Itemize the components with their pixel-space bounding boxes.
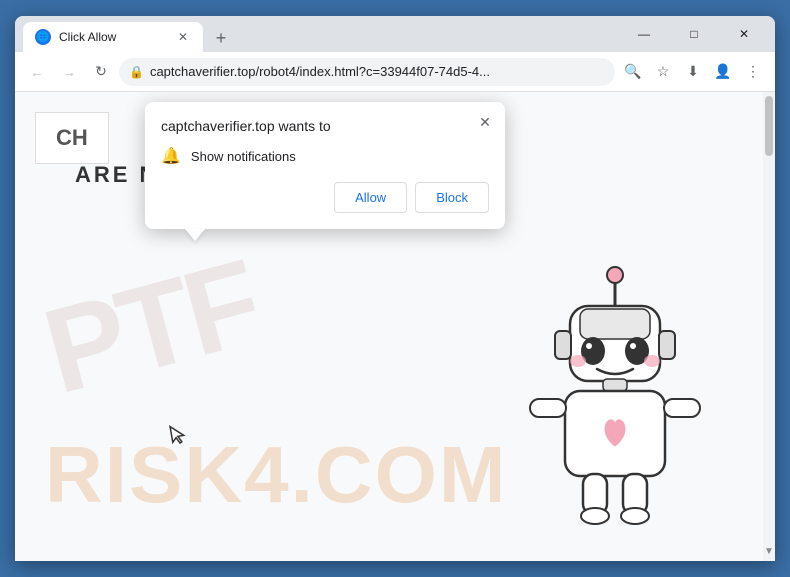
mouse-cursor xyxy=(168,421,193,452)
address-bar: ← → ↻ 🔒 captchaverifier.top/robot4/index… xyxy=(15,52,775,92)
url-text: captchaverifier.top/robot4/index.html?c=… xyxy=(150,64,605,79)
back-button[interactable]: ← xyxy=(23,58,51,86)
tab-title: Click Allow xyxy=(59,30,167,44)
browser-window: 🌐 Click Allow ✕ + — □ ✕ ← → ↻ 🔒 captchav… xyxy=(15,16,775,561)
bookmark-icon-button[interactable]: ☆ xyxy=(649,58,677,86)
profile-icon-button[interactable]: 👤 xyxy=(709,58,737,86)
close-button[interactable]: ✕ xyxy=(721,19,767,49)
minimize-button[interactable]: — xyxy=(621,19,667,49)
tab-favicon: 🌐 xyxy=(35,29,51,45)
notification-row: 🔔 Show notifications xyxy=(161,146,489,166)
allow-button[interactable]: Allow xyxy=(334,182,407,213)
address-input[interactable]: 🔒 captchaverifier.top/robot4/index.html?… xyxy=(119,58,615,86)
popup-buttons: Allow Block xyxy=(161,182,489,213)
watermark-ptf: PTF xyxy=(31,232,271,420)
download-icon-button[interactable]: ⬇ xyxy=(679,58,707,86)
tab-close-button[interactable]: ✕ xyxy=(175,29,191,45)
forward-button[interactable]: → xyxy=(55,58,83,86)
search-icon-button[interactable]: 🔍 xyxy=(619,58,647,86)
bell-icon: 🔔 xyxy=(161,146,181,166)
block-button[interactable]: Block xyxy=(415,182,489,213)
popup-title: captchaverifier.top wants to xyxy=(161,118,489,134)
notification-text: Show notifications xyxy=(191,149,296,164)
lock-icon: 🔒 xyxy=(129,65,144,79)
maximize-button[interactable]: □ xyxy=(671,19,717,49)
toolbar-icons: 🔍 ☆ ⬇ 👤 ⋮ xyxy=(619,58,767,86)
scrollbar-thumb[interactable] xyxy=(765,96,773,156)
watermark-risk: RISK4.COM xyxy=(45,429,508,521)
menu-icon-button[interactable]: ⋮ xyxy=(739,58,767,86)
scrollbar[interactable]: ▼ xyxy=(763,92,775,561)
popup-tail xyxy=(185,229,205,241)
scrollbar-down-arrow[interactable]: ▼ xyxy=(764,546,774,557)
notification-popup: ✕ captchaverifier.top wants to 🔔 Show no… xyxy=(145,102,505,229)
new-tab-button[interactable]: + xyxy=(207,24,235,52)
title-bar: 🌐 Click Allow ✕ + — □ ✕ xyxy=(15,16,775,52)
captcha-partial-text: CH xyxy=(56,125,88,150)
refresh-button[interactable]: ↻ xyxy=(87,58,115,86)
window-controls: — □ ✕ xyxy=(621,19,767,49)
popup-close-button[interactable]: ✕ xyxy=(473,110,497,134)
captcha-banner: CH xyxy=(35,112,109,164)
tab-strip: 🌐 Click Allow ✕ + xyxy=(23,16,621,52)
page-content: PTF RISK4.COM CH ARE NOT A ROBOT? xyxy=(15,92,775,561)
robot-illustration xyxy=(515,261,715,541)
active-tab[interactable]: 🌐 Click Allow ✕ xyxy=(23,22,203,52)
